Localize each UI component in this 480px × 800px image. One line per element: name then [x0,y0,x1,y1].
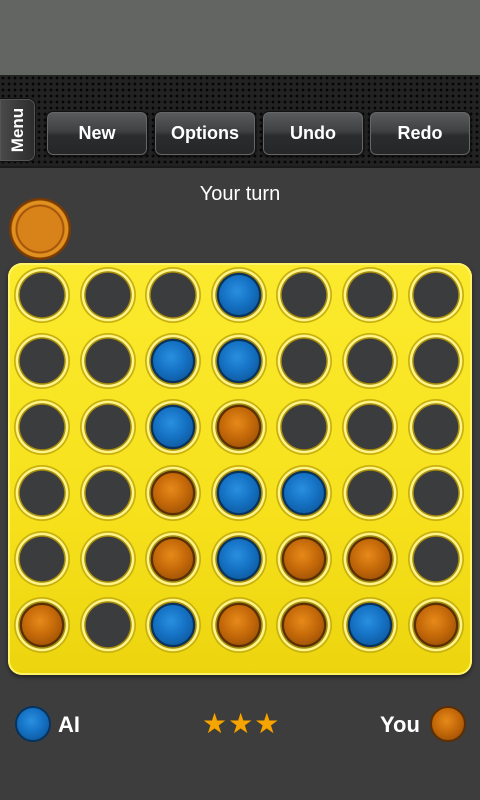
board-cell-r5-c6[interactable] [342,531,398,587]
game-board[interactable] [8,263,472,675]
redo-button[interactable]: Redo [369,111,471,156]
turn-status-text: Your turn [199,183,281,205]
board-cell-r1-c7[interactable] [407,267,464,323]
board-cell-r6-c2[interactable] [79,597,136,653]
board-cell-r4-c3[interactable] [145,465,202,521]
board-cell-r1-c2[interactable] [79,267,136,323]
board-cell-r3-c4[interactable] [210,399,267,455]
board-cell-r4-c5[interactable] [276,465,333,521]
blue-disc [151,405,196,449]
blue-disc [216,339,261,383]
orange-disc [20,603,64,647]
orange-disc [413,603,458,647]
orange-disc [282,603,327,647]
blue-disc [216,537,261,581]
board-cell-r6-c7[interactable] [407,597,464,653]
board-cell-r4-c6[interactable] [342,465,398,521]
star-icon: ★ [202,708,228,739]
board-cell-r1-c6[interactable] [342,267,398,323]
orange-disc [151,537,196,581]
orange-disc [348,537,392,581]
board-cell-r3-c1[interactable] [14,399,70,455]
board-cell-r6-c4[interactable] [210,597,267,653]
menu-tab-button[interactable]: Menu [0,98,36,162]
blue-disc [151,603,196,647]
board-cell-r1-c4[interactable] [210,267,267,323]
difficulty-stars: ★ ★ ★ [202,708,280,739]
ai-player-disc [15,706,51,742]
star-icon: ★ [228,708,254,739]
board-cell-r3-c3[interactable] [145,399,202,455]
blue-disc [216,273,261,317]
current-player-disc [9,198,71,260]
board-cell-r4-c2[interactable] [79,465,136,521]
board-cell-r5-c5[interactable] [276,531,333,587]
board-cell-r6-c1[interactable] [14,597,70,653]
board-cell-r2-c5[interactable] [276,333,333,389]
status-bar [0,0,480,75]
you-player-label: You [380,712,420,737]
board-cell-r1-c3[interactable] [145,267,202,323]
board-cell-r4-c4[interactable] [210,465,267,521]
menu-tab-label: Menu [7,107,27,153]
board-cell-r4-c1[interactable] [14,465,70,521]
board-cell-r2-c3[interactable] [145,333,202,389]
board-cell-r6-c5[interactable] [276,597,333,653]
board-cell-r2-c4[interactable] [210,333,267,389]
you-player-disc [430,706,466,742]
board-cell-r2-c7[interactable] [407,333,464,389]
board-cell-r2-c1[interactable] [14,333,70,389]
board-cell-r3-c6[interactable] [342,399,398,455]
board-cell-r6-c6[interactable] [342,597,398,653]
ai-player-label: AI [58,712,80,737]
blue-disc [151,339,196,383]
blue-disc [216,471,261,515]
star-icon: ★ [254,708,280,739]
board-cell-r5-c4[interactable] [210,531,267,587]
board-cell-r1-c5[interactable] [276,267,333,323]
orange-disc [216,405,261,449]
undo-button[interactable]: Undo [262,111,364,156]
blue-disc [282,471,327,515]
board-cell-r5-c1[interactable] [14,531,70,587]
board-cell-r3-c5[interactable] [276,399,333,455]
board-cell-r1-c1[interactable] [14,267,70,323]
blue-disc [348,603,392,647]
board-cell-r2-c2[interactable] [79,333,136,389]
new-game-button[interactable]: New [46,111,148,156]
board-cell-r4-c7[interactable] [407,465,464,521]
board-cell-r5-c2[interactable] [79,531,136,587]
board-cell-r2-c6[interactable] [342,333,398,389]
board-cell-r6-c3[interactable] [145,597,202,653]
board-cell-r3-c2[interactable] [79,399,136,455]
board-cell-r3-c7[interactable] [407,399,464,455]
orange-disc [151,471,196,515]
options-button[interactable]: Options [154,111,256,156]
board-cell-r5-c7[interactable] [407,531,464,587]
orange-disc [282,537,327,581]
orange-disc [216,603,261,647]
board-cell-r5-c3[interactable] [145,531,202,587]
